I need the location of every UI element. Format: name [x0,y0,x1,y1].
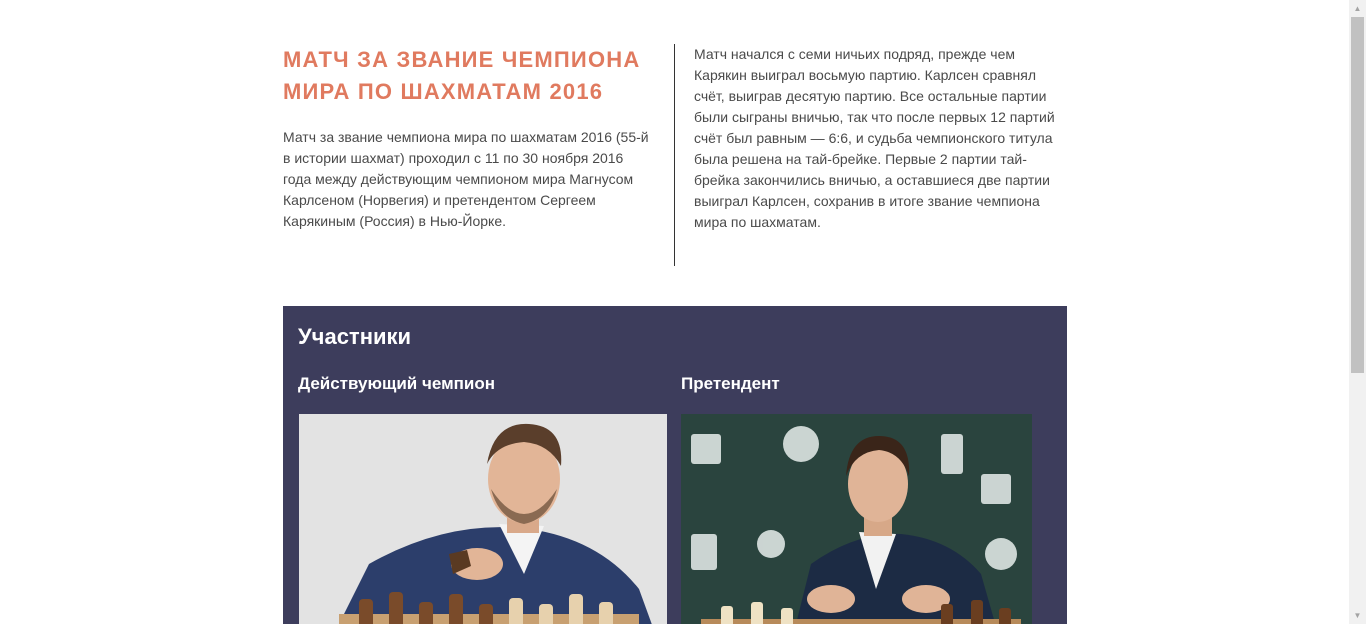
champion-role-label: Действующий чемпион [298,374,496,393]
challenger-card: Претендент [681,372,1032,624]
champion-photo [299,414,667,624]
page-title: МАТЧ ЗА ЗВАНИЕ ЧЕМПИОНА МИРА ПО ШАХМАТАМ… [283,47,641,104]
intro-lead-text: Матч за звание чемпиона мира по шахматам… [283,129,649,229]
challenger-photo-image [681,414,1032,624]
challenger-photo [681,414,1032,624]
intro-details-text: Матч начался с семи ничьих подряд, прежд… [694,46,1055,230]
champion-photo-image [299,414,667,624]
page: МАТЧ ЗА ЗВАНИЕ ЧЕМПИОНА МИРА ПО ШАХМАТАМ… [0,0,1349,624]
scroll-down-arrow-icon[interactable]: ▼ [1349,607,1366,624]
challenger-role-label: Претендент [681,374,780,393]
intro-left-column: МАТЧ ЗА ЗВАНИЕ ЧЕМПИОНА МИРА ПО ШАХМАТАМ… [283,44,655,232]
intro-section: МАТЧ ЗА ЗВАНИЕ ЧЕМПИОНА МИРА ПО ШАХМАТАМ… [283,44,1067,266]
participants-heading: Участники [298,324,412,349]
vertical-scrollbar[interactable]: ▲ ▼ [1349,0,1366,624]
scrollbar-thumb[interactable] [1351,17,1364,373]
intro-right-column: Матч начался с семи ничьих подряд, прежд… [694,44,1068,233]
column-divider [674,44,675,266]
champion-card: Действующий чемпион [298,372,667,624]
participants-section: Участники Действующий чемпион Претендент [283,306,1067,624]
scroll-up-arrow-icon[interactable]: ▲ [1349,0,1366,17]
